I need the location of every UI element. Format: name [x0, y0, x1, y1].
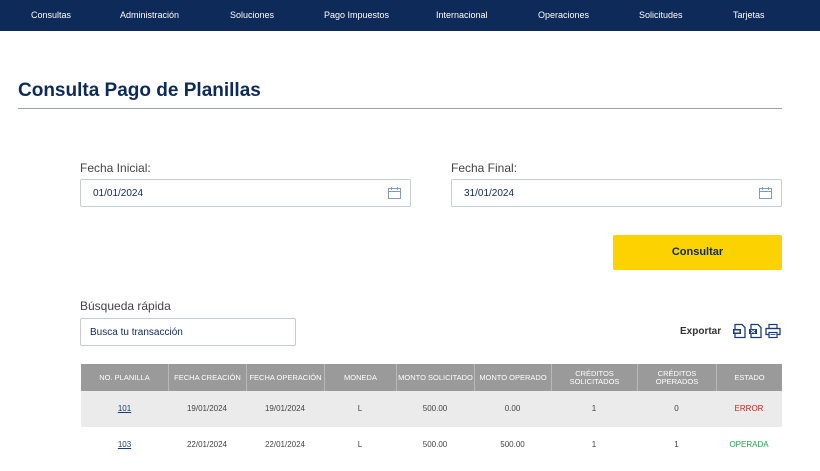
nav-consultas[interactable]: Consultas — [31, 0, 71, 31]
calendar-icon[interactable] — [759, 187, 772, 199]
end-date-value: 31/01/2024 — [464, 188, 515, 199]
col-header-fecha-creacion[interactable]: Fecha Creación — [168, 364, 246, 391]
start-date-value: 01/01/2024 — [93, 188, 144, 199]
nav-pago-impuestos[interactable]: Pago Impuestos — [324, 0, 389, 31]
nav-solicitudes[interactable]: Solicitudes — [639, 0, 683, 31]
col-header-moneda[interactable]: Moneda — [324, 364, 396, 391]
cell-creditos-operados: 1 — [674, 440, 679, 449]
table-row: 101 19/01/2024 19/01/2024 L 500.00 0.00 … — [81, 391, 782, 427]
table-row: 103 22/01/2024 22/01/2024 L 500.00 500.0… — [81, 427, 782, 463]
consultar-button[interactable]: Consultar — [613, 235, 782, 270]
planilla-link[interactable]: 103 — [81, 427, 168, 463]
col-header-no-planilla[interactable]: No. Planilla — [81, 364, 168, 391]
nav-administracion[interactable]: Administración — [120, 0, 179, 31]
top-nav: Consultas Administración Soluciones Pago… — [0, 0, 820, 31]
cell-fecha-creacion: 19/01/2024 — [186, 404, 228, 413]
col-header-creditos-solicitados[interactable]: Créditos Solicitados — [551, 364, 637, 391]
col-header-estado[interactable]: Estado — [716, 364, 782, 391]
start-date-input[interactable]: 01/01/2024 — [80, 179, 411, 207]
end-date-input[interactable]: 31/01/2024 — [451, 179, 782, 207]
nav-operaciones[interactable]: Operaciones — [538, 0, 589, 31]
cell-moneda: L — [357, 404, 363, 413]
nav-soluciones[interactable]: Soluciones — [230, 0, 274, 31]
col-header-fecha-operacion[interactable]: Fecha Operación — [246, 364, 324, 391]
print-icon[interactable] — [765, 323, 781, 339]
planilla-link[interactable]: 101 — [81, 391, 168, 427]
cell-fecha-creacion: 22/01/2024 — [186, 440, 228, 449]
quick-search-label: Búsqueda rápida — [80, 299, 171, 313]
cell-moneda: L — [357, 440, 363, 449]
quick-search-placeholder: Busca tu transacción — [90, 327, 183, 338]
cell-fecha-operacion: 19/01/2024 — [264, 404, 306, 413]
col-header-monto-operado[interactable]: Monto Operado — [474, 364, 551, 391]
col-header-monto-solicitado[interactable]: Monto Solicitado — [396, 364, 474, 391]
table-header: No. Planilla Fecha Creación Fecha Operac… — [81, 364, 782, 391]
cell-creditos-solicitados: 1 — [591, 440, 597, 449]
page-title: Consulta Pago de Planillas — [18, 80, 261, 101]
nav-internacional[interactable]: Internacional — [436, 0, 488, 31]
calendar-icon[interactable] — [388, 187, 401, 199]
nav-tarjetas[interactable]: Tarjetas — [733, 0, 765, 31]
cell-creditos-operados: 0 — [674, 404, 679, 413]
col-header-creditos-operados[interactable]: Créditos Operados — [637, 364, 716, 391]
export-excel-icon[interactable] — [748, 323, 764, 339]
cell-monto-solicitado: 500.00 — [422, 440, 448, 449]
status-badge: ERROR — [734, 404, 764, 413]
cell-creditos-solicitados: 1 — [591, 404, 597, 413]
end-date-label: Fecha Final: — [451, 161, 518, 175]
status-badge: OPERADA — [729, 440, 769, 449]
cell-monto-operado: 500.00 — [500, 440, 525, 449]
start-date-label: Fecha Inicial: — [80, 161, 151, 175]
quick-search-input[interactable]: Busca tu transacción — [80, 318, 296, 346]
title-divider — [18, 108, 782, 109]
cell-monto-operado: 0.00 — [504, 404, 521, 413]
cell-monto-solicitado: 500.00 — [422, 404, 448, 413]
cell-fecha-operacion: 22/01/2024 — [264, 440, 306, 449]
export-pdf-icon[interactable] — [732, 323, 748, 339]
export-label: Exportar — [680, 326, 722, 337]
